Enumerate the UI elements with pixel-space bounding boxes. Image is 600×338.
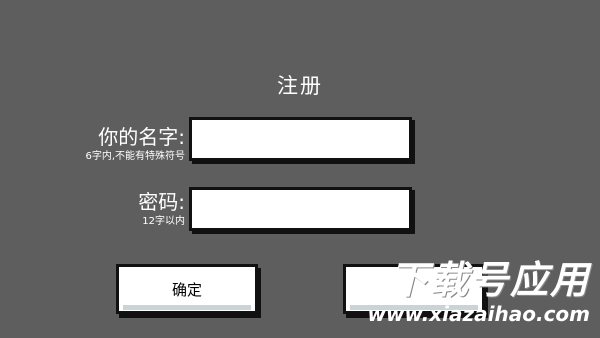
page-title: 注册 — [277, 74, 323, 98]
password-hint: 12字以内 — [142, 216, 185, 227]
confirm-button[interactable]: 确定 — [116, 264, 258, 314]
confirm-button-label: 确定 — [171, 280, 202, 299]
password-label-group: 密码: 12字以内 — [138, 191, 185, 228]
name-input[interactable] — [189, 117, 412, 161]
password-label: 密码: — [138, 190, 185, 214]
password-input[interactable] — [189, 187, 412, 231]
name-label: 你的名字: — [98, 125, 185, 149]
cancel-button[interactable] — [343, 264, 485, 314]
name-label-group: 你的名字: 6字内,不能有特殊符号 — [85, 126, 185, 163]
name-hint: 6字内,不能有特殊符号 — [85, 151, 185, 162]
